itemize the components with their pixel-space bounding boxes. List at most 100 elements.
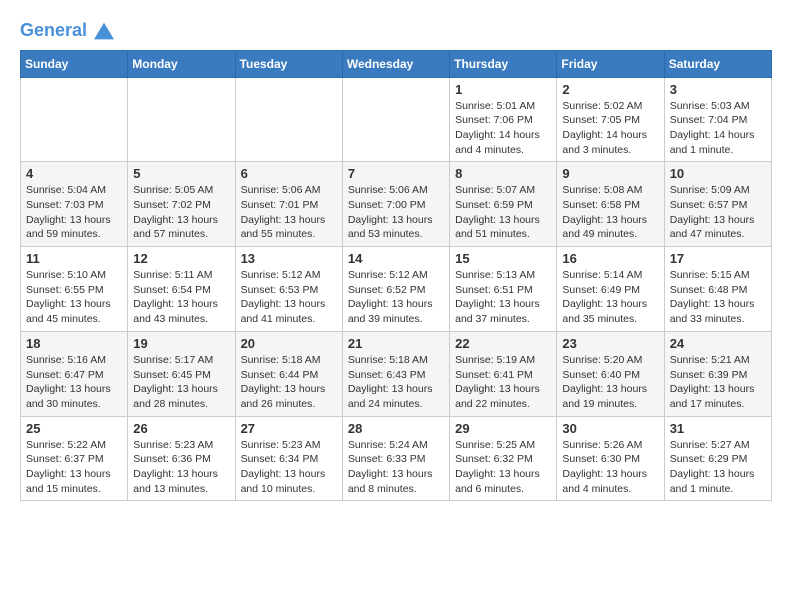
calendar-cell (342, 77, 449, 162)
calendar-cell: 13Sunrise: 5:12 AMSunset: 6:53 PMDayligh… (235, 247, 342, 332)
day-number: 27 (241, 421, 337, 436)
day-info: Sunrise: 5:18 AMSunset: 6:44 PMDaylight:… (241, 353, 337, 412)
calendar-cell: 23 Sunrise: 5:20 AMSunset: 6:40 PMDayligh… (557, 331, 664, 416)
calendar-cell: 6 Sunrise: 5:06 AMSunset: 7:01 PMDaylight… (235, 162, 342, 247)
day-info: Sunrise: 5:17 AMSunset: 6:45 PMDaylight:… (133, 353, 229, 412)
calendar-cell: 29Sunrise: 5:25 AMSunset: 6:32 PMDayligh… (450, 416, 557, 501)
day-info: Sunrise: 5:14 AMSunset: 6:49 PMDaylight:… (562, 268, 658, 327)
week-row-3: 11 Sunrise: 5:10 AMSunset: 6:55 PMDayligh… (21, 247, 772, 332)
day-info: Sunrise: 5:06 AMSunset: 7:00 PMDaylight:… (348, 183, 444, 242)
weekday-header-tuesday: Tuesday (235, 50, 342, 77)
day-number: 31 (670, 421, 766, 436)
day-info: Sunrise: 5:11 AMSunset: 6:54 PMDaylight:… (133, 268, 229, 327)
day-number: 10 (670, 166, 766, 181)
day-number: 7 (348, 166, 444, 181)
calendar-cell: 28 Sunrise: 5:24 AMSunset: 6:33 PMDayligh… (342, 416, 449, 501)
calendar-cell: 30Sunrise: 5:26 AMSunset: 6:30 PMDayligh… (557, 416, 664, 501)
calendar-cell: 20 Sunrise: 5:18 AMSunset: 6:44 PMDayligh… (235, 331, 342, 416)
calendar-cell: 31 Sunrise: 5:27 AMSunset: 6:29 PMDayligh… (664, 416, 771, 501)
calendar-cell: 12Sunrise: 5:11 AMSunset: 6:54 PMDayligh… (128, 247, 235, 332)
day-info: Sunrise: 5:09 AMSunset: 6:57 PMDaylight:… (670, 183, 766, 242)
calendar-cell: 1 Sunrise: 5:01 AMSunset: 7:06 PMDaylight… (450, 77, 557, 162)
calendar-cell: 10 Sunrise: 5:09 AMSunset: 6:57 PMDayligh… (664, 162, 771, 247)
day-info: Sunrise: 5:15 AMSunset: 6:48 PMDaylight:… (670, 268, 766, 327)
day-number: 20 (241, 336, 337, 351)
day-number: 9 (562, 166, 658, 181)
day-number: 22 (455, 336, 551, 351)
day-number: 18 (26, 336, 122, 351)
day-number: 13 (241, 251, 337, 266)
day-number: 21 (348, 336, 444, 351)
day-info: Sunrise: 5:18 AMSunset: 6:43 PMDaylight:… (348, 353, 444, 412)
day-number: 16 (562, 251, 658, 266)
week-row-4: 18 Sunrise: 5:16 AMSunset: 6:47 PMDayligh… (21, 331, 772, 416)
day-info: Sunrise: 5:03 AMSunset: 7:04 PMDaylight:… (670, 99, 766, 158)
logo-text: General (20, 20, 114, 42)
day-number: 28 (348, 421, 444, 436)
calendar-cell: 8Sunrise: 5:07 AMSunset: 6:59 PMDaylight… (450, 162, 557, 247)
calendar-cell: 21 Sunrise: 5:18 AMSunset: 6:43 PMDayligh… (342, 331, 449, 416)
day-info: Sunrise: 5:05 AMSunset: 7:02 PMDaylight:… (133, 183, 229, 242)
calendar-cell: 3 Sunrise: 5:03 AMSunset: 7:04 PMDaylight… (664, 77, 771, 162)
day-number: 6 (241, 166, 337, 181)
calendar-cell: 27 Sunrise: 5:23 AMSunset: 6:34 PMDayligh… (235, 416, 342, 501)
day-number: 11 (26, 251, 122, 266)
day-info: Sunrise: 5:07 AMSunset: 6:59 PMDaylight:… (455, 183, 551, 242)
calendar-table: SundayMondayTuesdayWednesdayThursdayFrid… (20, 50, 772, 502)
calendar-cell: 7 Sunrise: 5:06 AMSunset: 7:00 PMDaylight… (342, 162, 449, 247)
day-number: 1 (455, 82, 551, 97)
calendar-cell: 2Sunrise: 5:02 AMSunset: 7:05 PMDaylight… (557, 77, 664, 162)
day-info: Sunrise: 5:24 AMSunset: 6:33 PMDaylight:… (348, 438, 444, 497)
calendar-cell (235, 77, 342, 162)
calendar-cell: 9 Sunrise: 5:08 AMSunset: 6:58 PMDaylight… (557, 162, 664, 247)
day-info: Sunrise: 5:26 AMSunset: 6:30 PMDaylight:… (562, 438, 658, 497)
day-info: Sunrise: 5:04 AMSunset: 7:03 PMDaylight:… (26, 183, 122, 242)
logo: General (20, 20, 114, 40)
weekday-header-row: SundayMondayTuesdayWednesdayThursdayFrid… (21, 50, 772, 77)
day-info: Sunrise: 5:06 AMSunset: 7:01 PMDaylight:… (241, 183, 337, 242)
day-info: Sunrise: 5:16 AMSunset: 6:47 PMDaylight:… (26, 353, 122, 412)
day-info: Sunrise: 5:01 AMSunset: 7:06 PMDaylight:… (455, 99, 551, 158)
day-info: Sunrise: 5:23 AMSunset: 6:34 PMDaylight:… (241, 438, 337, 497)
day-info: Sunrise: 5:12 AMSunset: 6:52 PMDaylight:… (348, 268, 444, 327)
calendar-cell: 17Sunrise: 5:15 AMSunset: 6:48 PMDayligh… (664, 247, 771, 332)
day-info: Sunrise: 5:23 AMSunset: 6:36 PMDaylight:… (133, 438, 229, 497)
day-number: 24 (670, 336, 766, 351)
calendar-cell: 4 Sunrise: 5:04 AMSunset: 7:03 PMDaylight… (21, 162, 128, 247)
day-number: 19 (133, 336, 229, 351)
calendar-cell: 24Sunrise: 5:21 AMSunset: 6:39 PMDayligh… (664, 331, 771, 416)
calendar-cell (21, 77, 128, 162)
weekday-header-saturday: Saturday (664, 50, 771, 77)
day-info: Sunrise: 5:08 AMSunset: 6:58 PMDaylight:… (562, 183, 658, 242)
week-row-2: 4 Sunrise: 5:04 AMSunset: 7:03 PMDaylight… (21, 162, 772, 247)
weekday-header-thursday: Thursday (450, 50, 557, 77)
day-info: Sunrise: 5:22 AMSunset: 6:37 PMDaylight:… (26, 438, 122, 497)
day-info: Sunrise: 5:20 AMSunset: 6:40 PMDaylight:… (562, 353, 658, 412)
day-info: Sunrise: 5:19 AMSunset: 6:41 PMDaylight:… (455, 353, 551, 412)
day-number: 23 (562, 336, 658, 351)
weekday-header-wednesday: Wednesday (342, 50, 449, 77)
calendar-cell: 14 Sunrise: 5:12 AMSunset: 6:52 PMDayligh… (342, 247, 449, 332)
day-info: Sunrise: 5:02 AMSunset: 7:05 PMDaylight:… (562, 99, 658, 158)
calendar-cell: 18 Sunrise: 5:16 AMSunset: 6:47 PMDayligh… (21, 331, 128, 416)
day-info: Sunrise: 5:13 AMSunset: 6:51 PMDaylight:… (455, 268, 551, 327)
day-number: 5 (133, 166, 229, 181)
header: General (20, 20, 772, 40)
day-number: 25 (26, 421, 122, 436)
calendar-cell: 11 Sunrise: 5:10 AMSunset: 6:55 PMDayligh… (21, 247, 128, 332)
day-number: 15 (455, 251, 551, 266)
weekday-header-sunday: Sunday (21, 50, 128, 77)
weekday-header-friday: Friday (557, 50, 664, 77)
calendar-cell: 19 Sunrise: 5:17 AMSunset: 6:45 PMDayligh… (128, 331, 235, 416)
day-info: Sunrise: 5:27 AMSunset: 6:29 PMDaylight:… (670, 438, 766, 497)
calendar-cell: 25 Sunrise: 5:22 AMSunset: 6:37 PMDayligh… (21, 416, 128, 501)
calendar-cell (128, 77, 235, 162)
day-number: 3 (670, 82, 766, 97)
calendar-cell: 26Sunrise: 5:23 AMSunset: 6:36 PMDayligh… (128, 416, 235, 501)
week-row-1: 1 Sunrise: 5:01 AMSunset: 7:06 PMDaylight… (21, 77, 772, 162)
day-info: Sunrise: 5:10 AMSunset: 6:55 PMDaylight:… (26, 268, 122, 327)
day-number: 14 (348, 251, 444, 266)
calendar-cell: 15 Sunrise: 5:13 AMSunset: 6:51 PMDayligh… (450, 247, 557, 332)
day-number: 4 (26, 166, 122, 181)
calendar-cell: 5 Sunrise: 5:05 AMSunset: 7:02 PMDaylight… (128, 162, 235, 247)
